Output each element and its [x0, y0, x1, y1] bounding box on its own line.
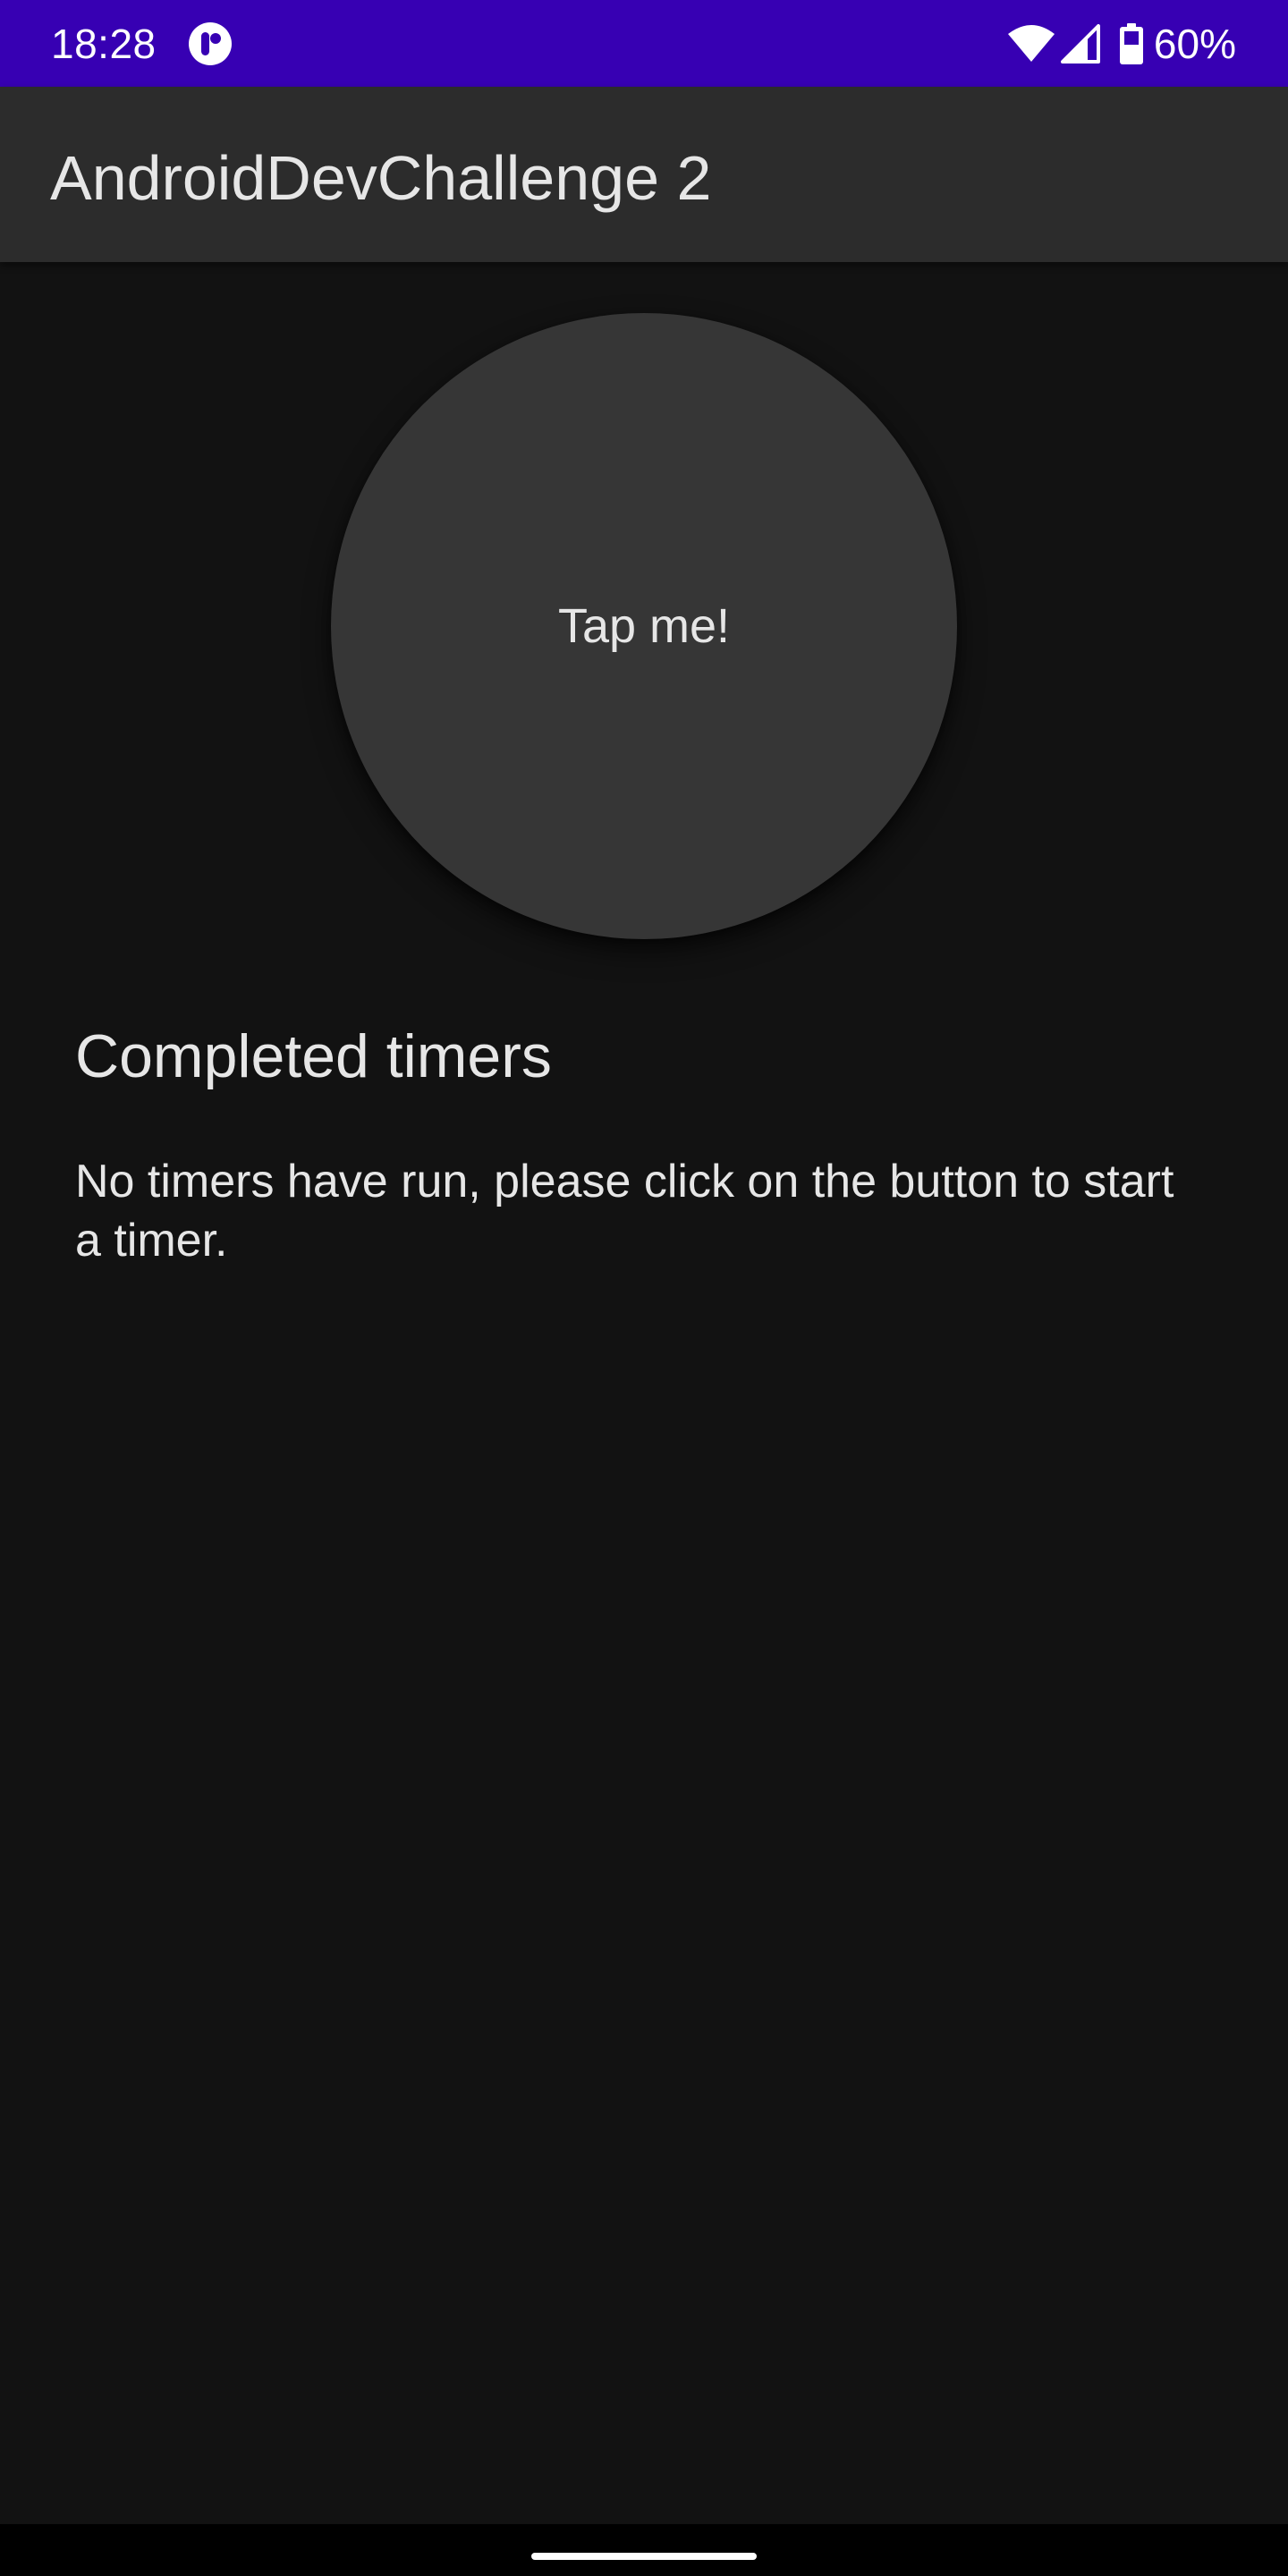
tap-me-button[interactable]: Tap me!	[331, 313, 957, 939]
navigation-bar	[0, 2524, 1288, 2576]
status-bar: 18:28 60%	[0, 0, 1288, 87]
status-icons: 60%	[1007, 20, 1236, 68]
screen: 18:28 60% AndroidDevChallenge 2 Tap me! …	[0, 0, 1288, 2576]
app-notification-icon	[188, 21, 233, 66]
status-time: 18:28	[51, 21, 157, 67]
app-bar: AndroidDevChallenge 2	[0, 87, 1288, 262]
app-title: AndroidDevChallenge 2	[50, 143, 712, 213]
tap-me-label: Tap me!	[557, 599, 731, 653]
wifi-icon	[1007, 24, 1055, 64]
battery-percent: 60%	[1153, 21, 1236, 67]
gesture-handle[interactable]	[531, 2553, 757, 2560]
completed-timers-heading: Completed timers	[75, 1022, 552, 1090]
cell-signal-icon	[1060, 24, 1100, 64]
battery-icon	[1119, 23, 1143, 64]
empty-timers-message: No timers have run, please click on the …	[75, 1156, 1174, 1267]
